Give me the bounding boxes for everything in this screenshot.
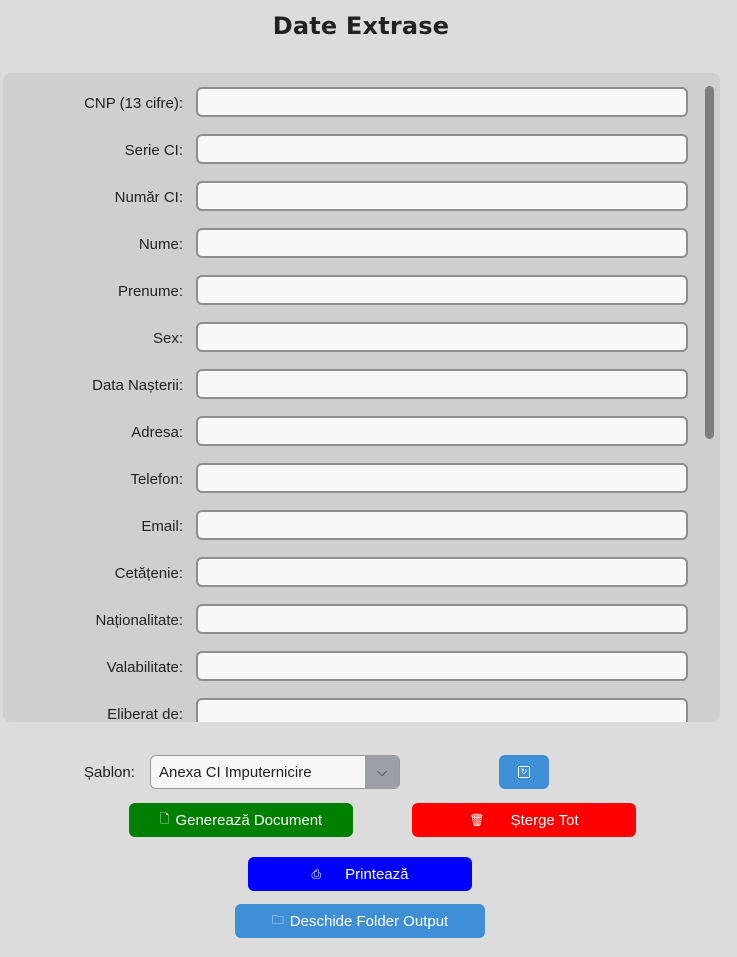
eliberat-de-label: Eliberat de: — [107, 706, 183, 722]
print-label: Printează — [345, 865, 409, 883]
telefon-label: Telefon: — [130, 471, 183, 488]
template-selected-value: Anexa CI Imputernicire — [159, 764, 312, 781]
form-row-sex: Sex: — [3, 322, 703, 369]
refresh-icon: ↻ — [518, 766, 530, 778]
form-row-valabilitate: Valabilitate: — [3, 651, 703, 698]
template-label: Șablon: — [84, 764, 135, 781]
sex-label: Sex: — [152, 330, 183, 347]
sex-input[interactable] — [196, 322, 688, 352]
form-row-adresa: Adresa: — [3, 416, 703, 463]
cnp-label: CNP (13 cifre): — [84, 95, 183, 112]
email-input[interactable] — [196, 510, 688, 540]
refresh-template-button[interactable]: ↻ — [499, 755, 549, 789]
folder-icon: 🗀 — [271, 912, 284, 927]
numar-ci-label: Număr CI: — [114, 189, 183, 206]
clear-all-label: Șterge Tot — [510, 811, 579, 829]
trash-icon: 🗑 — [469, 813, 485, 827]
template-select[interactable]: Anexa CI Imputernicire ⌵ — [150, 755, 400, 789]
form-row-data-nasterii: Data Nașterii: — [3, 369, 703, 416]
telefon-input[interactable] — [196, 463, 688, 493]
form-row-cetatenie: Cetățenie: — [3, 557, 703, 604]
cetatenie-input[interactable] — [196, 557, 688, 587]
document-icon: 🗋 — [159, 811, 170, 826]
form-row-numar: Număr CI: — [3, 181, 703, 228]
nume-label: Nume: — [138, 236, 183, 253]
form-row-eliberat: Eliberat de: — [3, 698, 703, 722]
prenume-label: Prenume: — [117, 283, 183, 300]
open-output-folder-label: Deschide Folder Output — [289, 912, 449, 930]
cnp-input[interactable] — [196, 87, 688, 117]
form-fields: CNP (13 cifre): Serie CI: Număr CI: Nume… — [3, 87, 703, 722]
form-scrollbar[interactable] — [705, 86, 714, 439]
adresa-label: Adresa: — [131, 424, 183, 441]
nume-input[interactable] — [196, 228, 688, 258]
form-row-email: Email: — [3, 510, 703, 557]
form-panel: CNP (13 cifre): Serie CI: Număr CI: Nume… — [3, 73, 720, 722]
cetatenie-label: Cetățenie: — [114, 565, 183, 582]
generate-document-button[interactable]: 🗋 Generează Document — [129, 803, 353, 837]
page-title: Date Extrase — [272, 12, 450, 40]
serie-ci-input[interactable] — [196, 134, 688, 164]
generate-document-label: Generează Document — [175, 811, 323, 829]
numar-ci-input[interactable] — [196, 181, 688, 211]
data-nasterii-label: Data Nașterii: — [92, 377, 183, 394]
data-nasterii-input[interactable] — [196, 369, 688, 399]
prenume-input[interactable] — [196, 275, 688, 305]
eliberat-de-input[interactable] — [196, 698, 688, 722]
form-row-serie: Serie CI: — [3, 134, 703, 181]
form-row-telefon: Telefon: — [3, 463, 703, 510]
print-button[interactable]: ⎙ Printează — [248, 857, 472, 891]
chevron-down-icon[interactable]: ⌵ — [365, 756, 399, 788]
form-row-cnp: CNP (13 cifre): — [3, 87, 703, 134]
open-output-folder-button[interactable]: 🗀 Deschide Folder Output — [235, 904, 485, 938]
adresa-input[interactable] — [196, 416, 688, 446]
form-row-nume: Nume: — [3, 228, 703, 275]
clear-all-button[interactable]: 🗑 Șterge Tot — [412, 803, 636, 837]
nationalitate-input[interactable] — [196, 604, 688, 634]
printer-icon: ⎙ — [311, 866, 322, 881]
nationalitate-label: Naționalitate: — [95, 612, 183, 629]
valabilitate-input[interactable] — [196, 651, 688, 681]
email-label: Email: — [141, 518, 183, 535]
form-row-prenume: Prenume: — [3, 275, 703, 322]
actions-area: Șablon: Anexa CI Imputernicire ⌵ ↻ 🗋 Gen… — [0, 722, 737, 957]
valabilitate-label: Valabilitate: — [106, 659, 183, 676]
serie-ci-label: Serie CI: — [124, 142, 183, 159]
form-row-nationalitate: Naționalitate: — [3, 604, 703, 651]
